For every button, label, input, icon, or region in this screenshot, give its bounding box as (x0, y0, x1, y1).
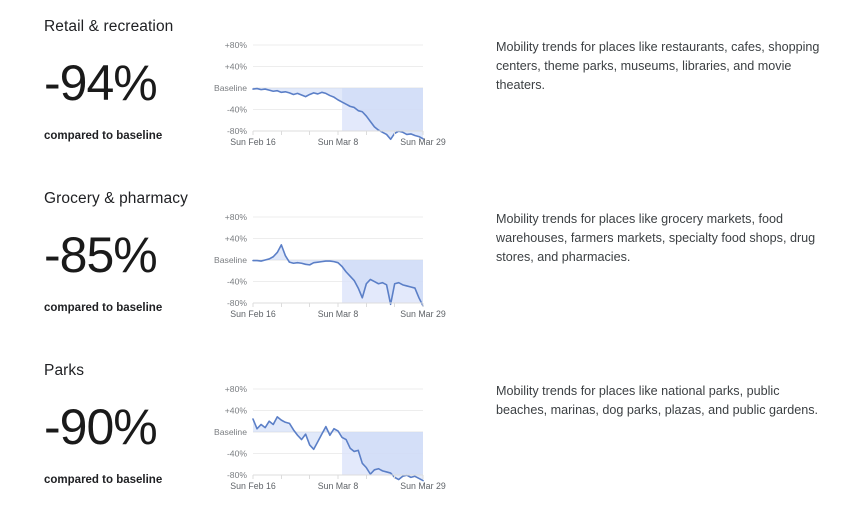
y-axis-tick-label: -40% (227, 105, 247, 115)
category-row: Parks -90% compared to baseline +80% +40%… (0, 352, 850, 524)
category-summary: Grocery & pharmacy -85% compared to base… (0, 180, 205, 352)
mobility-chart-retail-and-recreation: +80% +40% Baseline -40% -80%Sun Feb 16 Sun Ma… (205, 8, 460, 180)
category-title: Parks (44, 362, 205, 380)
x-axis-tick-label: Sun Feb 16 (230, 137, 276, 147)
x-axis-tick-label: Sun Mar 8 (318, 481, 359, 491)
stat-value: -94% (44, 58, 205, 108)
x-axis-tick-label: Sun Mar 8 (318, 137, 359, 147)
community-mobility-report: Retail & recreation -94% compared to bas… (0, 8, 850, 518)
chart-svg: +80% +40% Baseline -40% -80%Sun Feb 16 Sun Ma… (205, 198, 455, 338)
y-axis-tick-label: -40% (227, 277, 247, 287)
category-row: Retail & recreation -94% compared to bas… (0, 8, 850, 180)
y-axis-tick-label: -80% (227, 298, 247, 308)
y-axis-tick-label: +80% (225, 384, 248, 394)
category-summary: Parks -90% compared to baseline (0, 352, 205, 524)
category-description: Mobility trends for places like national… (460, 352, 850, 524)
y-axis-tick-label: Baseline (214, 427, 247, 437)
series-area (253, 417, 423, 481)
stat-value: -85% (44, 230, 205, 280)
category-description: Mobility trends for places like restaura… (460, 8, 850, 180)
y-axis-tick-label: +40% (225, 233, 248, 243)
stat-caption: compared to baseline (44, 302, 205, 314)
x-axis-tick-label: Sun Mar 29 (400, 309, 446, 319)
y-axis-tick-label: Baseline (214, 83, 247, 93)
stat-value: -90% (44, 402, 205, 452)
category-description: Mobility trends for places like grocery … (460, 180, 850, 352)
y-axis-tick-label: -80% (227, 126, 247, 136)
stat-caption: compared to baseline (44, 130, 205, 142)
y-axis-tick-label: +40% (225, 61, 248, 71)
mobility-chart-parks: +80% +40% Baseline -40% -80%Sun Feb 16 Sun Ma… (205, 352, 460, 524)
category-row: Grocery & pharmacy -85% compared to base… (0, 180, 850, 352)
category-summary: Retail & recreation -94% compared to bas… (0, 8, 205, 180)
y-axis-tick-label: +80% (225, 212, 248, 222)
y-axis-tick-label: -40% (227, 449, 247, 459)
x-axis-tick-label: Sun Feb 16 (230, 481, 276, 491)
y-axis-tick-label: -80% (227, 470, 247, 480)
x-axis-tick-label: Sun Mar 29 (400, 481, 446, 491)
mobility-chart-grocery-and-pharmacy: +80% +40% Baseline -40% -80%Sun Feb 16 Sun Ma… (205, 180, 460, 352)
y-axis-tick-label: +80% (225, 40, 248, 50)
category-title: Grocery & pharmacy (44, 190, 205, 208)
category-title: Retail & recreation (44, 18, 205, 36)
chart-svg: +80% +40% Baseline -40% -80%Sun Feb 16 Sun Ma… (205, 370, 455, 510)
x-axis-tick-label: Sun Feb 16 (230, 309, 276, 319)
x-axis-tick-label: Sun Mar 8 (318, 309, 359, 319)
y-axis-tick-label: +40% (225, 405, 248, 415)
y-axis-tick-label: Baseline (214, 255, 247, 265)
x-axis-tick-label: Sun Mar 29 (400, 137, 446, 147)
stat-caption: compared to baseline (44, 474, 205, 486)
chart-svg: +80% +40% Baseline -40% -80%Sun Feb 16 Sun Ma… (205, 26, 455, 166)
